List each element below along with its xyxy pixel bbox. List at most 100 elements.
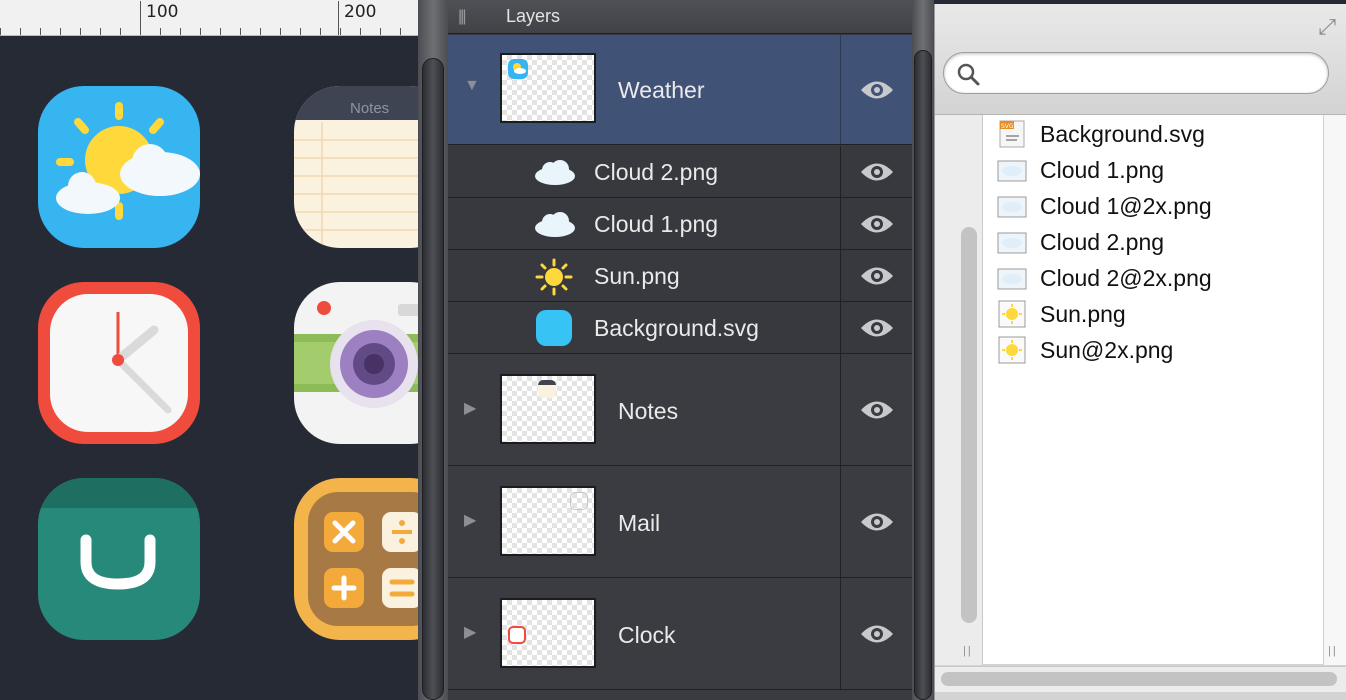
expand-window-icon[interactable]: ⤢ (1318, 14, 1336, 40)
weather-app-icon[interactable] (38, 86, 200, 248)
store-app-icon[interactable] (38, 478, 200, 640)
eye-icon[interactable] (859, 317, 895, 339)
disclosure-triangle-collapsed-icon[interactable]: ▶ (464, 398, 476, 418)
canvas-scrollbar[interactable] (418, 0, 448, 700)
horizontal-scrollbar[interactable] (935, 666, 1346, 692)
file-item[interactable]: Cloud 1.png (997, 153, 1164, 187)
sun-image-icon (997, 336, 1027, 364)
file-list-right-scrollbar[interactable]: || (1323, 115, 1346, 665)
layer-item-background[interactable]: Background.svg (448, 302, 912, 354)
eye-icon[interactable] (859, 511, 895, 533)
visibility-column (840, 354, 912, 465)
ruler-tick (380, 28, 381, 35)
layer-name[interactable]: Weather (618, 77, 705, 104)
ruler-tick (120, 28, 121, 35)
ruler-tick (220, 28, 221, 35)
ruler-tick (60, 28, 61, 35)
layer-item-cloud-1[interactable]: Cloud 1.png (448, 198, 912, 250)
disclosure-triangle-expanded-icon[interactable]: ▼ (464, 77, 480, 95)
clock-app-icon[interactable] (38, 282, 200, 444)
artboard-canvas[interactable]: 100 200 Notes (0, 0, 420, 700)
file-list-left-scrollbar[interactable]: || (935, 115, 983, 665)
cloud-image-icon (997, 264, 1027, 292)
ruler-tick (340, 28, 341, 35)
svg-text:SVG: SVG (1001, 123, 1014, 130)
eye-icon[interactable] (859, 161, 895, 183)
ruler-tick (320, 28, 321, 35)
file-name: Cloud 1@2x.png (1040, 192, 1212, 219)
layer-name[interactable]: Mail (618, 510, 660, 537)
layer-group-clock[interactable]: ▶ Clock (448, 578, 912, 690)
layer-thumbnail (500, 53, 596, 123)
file-name: Background.svg (1040, 120, 1205, 147)
layer-item-sun[interactable]: Sun.png (448, 250, 912, 302)
layer-thumbnail (500, 598, 596, 668)
cloud-image-icon (997, 192, 1027, 220)
ruler-tick (0, 28, 1, 35)
sun-image-icon (997, 300, 1027, 328)
ruler-tick (160, 28, 161, 35)
eye-icon[interactable] (859, 79, 895, 101)
eye-icon[interactable] (859, 213, 895, 235)
layers-scrollbar-thumb[interactable] (914, 50, 932, 700)
layer-thumbnail (500, 486, 596, 556)
eye-icon[interactable] (859, 399, 895, 421)
ruler-tick (360, 28, 361, 35)
file-item[interactable]: Cloud 2@2x.png (997, 261, 1212, 295)
cloud-icon (535, 160, 575, 185)
file-item[interactable]: SVG Background.svg (997, 117, 1205, 151)
layer-name[interactable]: Cloud 1.png (594, 211, 718, 238)
visibility-column (840, 250, 912, 301)
layers-scrollbar[interactable] (912, 0, 934, 700)
visibility-column (840, 146, 912, 197)
file-name: Cloud 2@2x.png (1040, 264, 1212, 291)
canvas-scrollbar-thumb[interactable] (422, 58, 444, 700)
ruler-tick (240, 28, 241, 35)
file-name: Cloud 1.png (1040, 156, 1165, 183)
cloud-image-icon (997, 156, 1027, 184)
ruler-label-100: 100 (146, 2, 179, 22)
file-name: Cloud 2.png (1040, 228, 1165, 255)
ruler-tick-major (140, 1, 141, 35)
layer-group-notes[interactable]: ▶ Notes (448, 354, 912, 466)
visibility-column (840, 302, 912, 353)
layer-name[interactable]: Background.svg (594, 315, 759, 342)
eye-icon[interactable] (859, 265, 895, 287)
disclosure-triangle-collapsed-icon[interactable]: ▶ (464, 622, 476, 642)
visibility-column (840, 466, 912, 577)
resize-grip-icon[interactable]: || (1328, 645, 1338, 657)
file-item[interactable]: Sun.png (997, 297, 1126, 331)
layer-name[interactable]: Cloud 2.png (594, 159, 718, 186)
layers-panel-header[interactable]: ||| Layers (448, 0, 912, 34)
layer-name[interactable]: Clock (618, 622, 676, 649)
calculator-app-icon[interactable] (294, 478, 420, 640)
layer-name[interactable]: Notes (618, 398, 678, 425)
ruler-tick-major (338, 1, 339, 35)
file-name: Sun@2x.png (1040, 336, 1174, 363)
disclosure-triangle-collapsed-icon[interactable]: ▶ (464, 510, 476, 530)
eye-icon[interactable] (859, 623, 895, 645)
file-item[interactable]: Cloud 1@2x.png (997, 189, 1212, 223)
ruler-tick (200, 28, 201, 35)
search-input[interactable] (988, 61, 1318, 85)
notes-app-icon[interactable]: Notes (294, 86, 420, 248)
file-name: Sun.png (1040, 300, 1126, 327)
file-item[interactable]: Cloud 2.png (997, 225, 1164, 259)
drag-handle-icon[interactable]: ||| (458, 8, 467, 26)
scrollbar-thumb[interactable] (961, 227, 977, 623)
layer-group-weather[interactable]: ▼ Weather (448, 35, 912, 145)
layer-item-cloud-2[interactable]: Cloud 2.png (448, 146, 912, 198)
ruler-tick (280, 28, 281, 35)
ruler-label-200: 200 (344, 2, 377, 22)
camera-app-icon[interactable] (294, 282, 420, 444)
visibility-column (840, 35, 912, 144)
search-field[interactable] (943, 52, 1329, 94)
file-list: || SVG Background.svg Cloud 1.png Cloud … (935, 114, 1346, 665)
scrollbar-thumb[interactable] (941, 672, 1337, 686)
layers-panel: ||| Layers ▼ Weather Cloud 2.png Cloud 1… (448, 0, 912, 700)
file-item[interactable]: Sun@2x.png (997, 333, 1173, 367)
layer-group-mail[interactable]: ▶ Mail (448, 466, 912, 578)
horizontal-ruler: 100 200 (0, 0, 420, 36)
resize-grip-icon[interactable]: || (963, 645, 973, 657)
layer-name[interactable]: Sun.png (594, 263, 680, 290)
